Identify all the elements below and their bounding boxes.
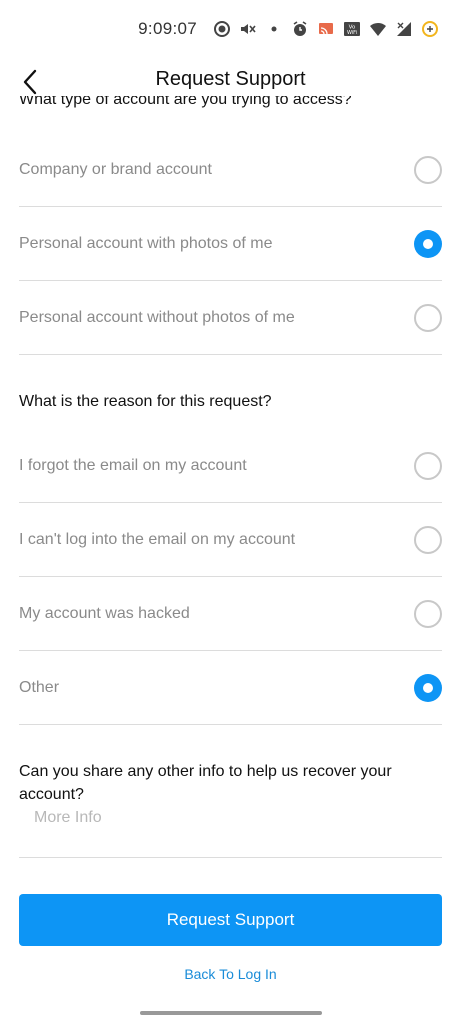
radio-unselected[interactable] [414, 451, 442, 480]
radio-selected[interactable] [414, 229, 442, 258]
mute-icon [239, 20, 257, 38]
status-time: 9:09:07 [138, 19, 197, 38]
other-info-question: Can you share any other info to help us … [19, 763, 392, 803]
cast-icon [317, 20, 335, 38]
option-personal-with-photos[interactable]: Personal account with photos of me [19, 207, 442, 281]
radio-selected[interactable] [414, 673, 442, 702]
option-account-hacked[interactable]: My account was hacked [19, 577, 442, 651]
reason-question: What is the reason for this request? [19, 393, 272, 410]
radio-unselected[interactable] [414, 303, 442, 332]
record-icon [213, 20, 231, 38]
more-info-input[interactable]: More Info [19, 806, 442, 858]
vowifi-icon: Vo WiFi [343, 20, 361, 38]
option-label: Company or brand account [19, 160, 212, 178]
option-cant-log-into-email[interactable]: I can't log into the email on my account [19, 503, 442, 577]
wifi-icon [369, 20, 387, 38]
page-title: Request Support [155, 68, 306, 90]
request-support-button[interactable]: Request Support [19, 894, 442, 946]
option-label: I forgot the email on my account [19, 456, 247, 474]
option-forgot-email[interactable]: I forgot the email on my account [19, 429, 442, 503]
home-indicator[interactable] [140, 1011, 322, 1015]
radio-unselected[interactable] [414, 599, 442, 628]
dot-icon [265, 20, 283, 38]
signal-icon [395, 20, 413, 38]
alarm-icon [291, 20, 309, 38]
radio-unselected[interactable] [414, 525, 442, 554]
option-label: Personal account without photos of me [19, 308, 295, 326]
option-label: My account was hacked [19, 604, 190, 622]
option-company-brand[interactable]: Company or brand account [19, 133, 442, 207]
option-label: Personal account with photos of me [19, 234, 273, 252]
option-label: I can't log into the email on my account [19, 530, 296, 548]
option-personal-without-photos[interactable]: Personal account without photos of me [19, 281, 442, 355]
account-type-question: What type of account are you trying to a… [19, 96, 352, 108]
radio-unselected[interactable] [414, 155, 442, 184]
battery-icon [421, 20, 439, 38]
option-other[interactable]: Other [19, 651, 442, 725]
svg-text:WiFi: WiFi [347, 30, 357, 36]
option-label: Other [19, 678, 60, 696]
status-bar: 9:09:07 Vo WiFi [0, 0, 461, 58]
back-to-login-link[interactable]: Back To Log In [0, 966, 461, 982]
